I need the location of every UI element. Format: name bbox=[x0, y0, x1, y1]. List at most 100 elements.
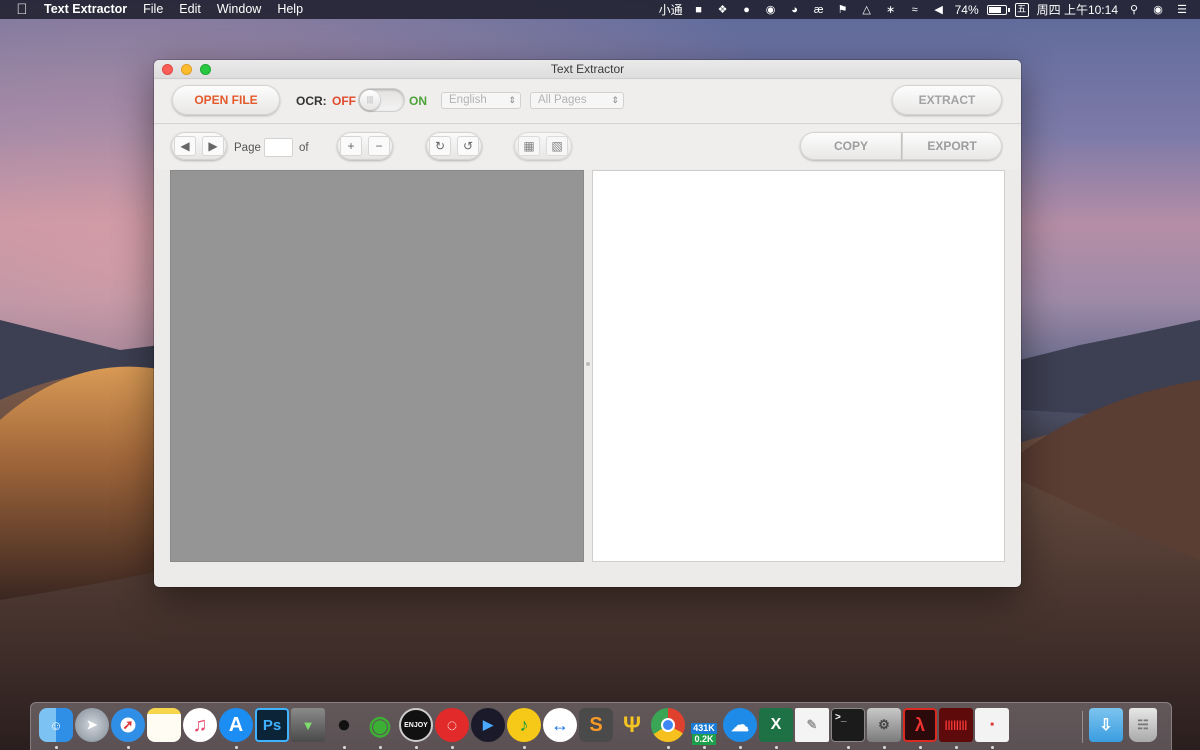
bluetooth-icon[interactable]: ∗ bbox=[883, 3, 899, 17]
menu-window[interactable]: Window bbox=[209, 0, 269, 19]
ocr-toggle[interactable]: ||| bbox=[359, 89, 404, 111]
airplay-icon[interactable]: △ bbox=[859, 3, 875, 17]
running-indicator bbox=[415, 746, 418, 749]
running-indicator bbox=[703, 746, 706, 749]
netease-music-icon[interactable]: ◌ bbox=[435, 708, 469, 742]
sublime-text-icon[interactable]: S bbox=[579, 708, 613, 742]
rotate-clockwise-icon[interactable]: ↻ bbox=[429, 136, 451, 156]
volume-icon[interactable]: ◀ bbox=[931, 3, 947, 17]
dock: ☺ ➤ ➚ ♫ A Ps ▼ ● ◉ ENJOY ◌ ▶ ♪ ↔ S Ψ 431… bbox=[30, 702, 1172, 750]
menu-app-name[interactable]: Text Extractor bbox=[44, 0, 135, 19]
next-page-button[interactable]: ▶ bbox=[202, 136, 224, 156]
infuse-icon[interactable]: ▶ bbox=[471, 708, 505, 742]
enjoy-icon[interactable]: ENJOY bbox=[399, 708, 433, 742]
safari-icon[interactable]: ➚ bbox=[111, 708, 145, 742]
zoom-out-button[interactable]: − bbox=[368, 136, 390, 156]
running-indicator bbox=[667, 746, 670, 749]
battery-icon[interactable] bbox=[986, 4, 1010, 15]
language-value: English bbox=[449, 94, 487, 106]
running-indicator bbox=[343, 746, 346, 749]
text-extractor-app-icon[interactable]: ■ bbox=[975, 708, 1009, 742]
ime-box-icon[interactable]: 五 bbox=[1014, 2, 1029, 17]
running-indicator bbox=[919, 746, 922, 749]
open-file-button[interactable]: OPEN FILE bbox=[172, 85, 280, 115]
clear-region-icon[interactable]: ▧ bbox=[546, 136, 568, 156]
text-extractor-window: Text Extractor OPEN FILE OCR: OFF ||| ON… bbox=[154, 60, 1021, 587]
menubar-clock[interactable]: 周四 上午10:14 bbox=[1037, 1, 1118, 18]
ae-icon[interactable]: æ bbox=[811, 3, 827, 17]
toggle-knob-icon: ||| bbox=[360, 90, 380, 110]
trash-icon[interactable]: ☵ bbox=[1129, 708, 1157, 742]
running-indicator bbox=[523, 746, 526, 749]
document-preview-pane[interactable] bbox=[170, 170, 584, 562]
page-number-input[interactable] bbox=[264, 138, 293, 157]
updown-chevron-icon: ⇕ bbox=[508, 95, 516, 105]
pages-select[interactable]: All Pages ⇕ bbox=[530, 92, 624, 109]
icloud-icon[interactable]: ☁ bbox=[723, 708, 757, 742]
ocr-off-label: OFF bbox=[332, 94, 356, 108]
textedit-icon[interactable]: ✎ bbox=[795, 708, 829, 742]
language-select[interactable]: English ⇕ bbox=[441, 92, 521, 109]
wechat-icon[interactable]: ◉ bbox=[763, 3, 779, 17]
extracted-text-pane[interactable] bbox=[592, 170, 1005, 562]
menu-bar:  Text Extractor File Edit Window Help 小… bbox=[0, 0, 1200, 19]
siri-icon[interactable]: ◉ bbox=[1150, 3, 1166, 17]
window-titlebar[interactable]: Text Extractor bbox=[154, 60, 1021, 79]
input-method-label[interactable]: 小通 bbox=[659, 1, 683, 18]
menu-file[interactable]: File bbox=[135, 0, 171, 19]
notes-icon[interactable] bbox=[147, 708, 181, 742]
excel-icon[interactable]: X bbox=[759, 708, 793, 742]
running-indicator bbox=[55, 746, 58, 749]
page-nav-control: ◀ ▶ bbox=[171, 132, 227, 160]
window-title: Text Extractor bbox=[550, 62, 625, 76]
archive-utility-icon[interactable]: ▼ bbox=[291, 708, 325, 742]
running-indicator bbox=[955, 746, 958, 749]
disk-utility-icon[interactable]: ⚙ bbox=[867, 708, 901, 742]
audio-app-icon[interactable]: |||||||| bbox=[939, 708, 973, 742]
finder-icon[interactable]: ☺ bbox=[39, 708, 73, 742]
previous-page-button[interactable]: ◀ bbox=[174, 136, 196, 156]
sync-icon[interactable]: ❖ bbox=[715, 3, 731, 17]
select-region-icon[interactable]: ▦ bbox=[518, 136, 540, 156]
wifi-icon[interactable]: ≈ bbox=[907, 3, 923, 17]
zoom-in-button[interactable]: + bbox=[340, 136, 362, 156]
teamviewer-icon[interactable]: ↔ bbox=[543, 708, 577, 742]
qq-icon[interactable]: ● bbox=[739, 3, 755, 17]
menu-edit[interactable]: Edit bbox=[171, 0, 209, 19]
spotlight-icon[interactable]: ⚲ bbox=[1126, 3, 1142, 17]
extract-button[interactable]: EXTRACT bbox=[892, 85, 1002, 115]
photoshop-icon[interactable]: Ps bbox=[255, 708, 289, 742]
menu-help[interactable]: Help bbox=[269, 0, 311, 19]
running-indicator bbox=[847, 746, 850, 749]
app-store-icon[interactable]: A bbox=[219, 708, 253, 742]
battery-percent[interactable]: 74% bbox=[955, 3, 979, 17]
acrobat-icon[interactable]: λ bbox=[903, 708, 937, 742]
running-indicator bbox=[883, 746, 886, 749]
rotate-control: ↻ ↺ bbox=[426, 132, 482, 160]
message-icon[interactable]: ■ bbox=[691, 3, 707, 17]
of-label: of bbox=[299, 142, 309, 154]
downloads-folder-icon[interactable]: ⇩ bbox=[1089, 708, 1123, 742]
launchpad-icon[interactable]: ➤ bbox=[75, 708, 109, 742]
running-indicator bbox=[775, 746, 778, 749]
istat-icon[interactable]: ◕ bbox=[787, 3, 803, 17]
wechat-icon[interactable]: ◉ bbox=[363, 708, 397, 742]
rotate-counterclockwise-icon[interactable]: ↺ bbox=[457, 136, 479, 156]
apple-icon[interactable]:  bbox=[0, 1, 44, 18]
running-indicator bbox=[379, 746, 382, 749]
split-view-divider[interactable] bbox=[584, 170, 592, 562]
selection-tools-control: ▦ ▧ bbox=[514, 132, 572, 160]
network-speed-widget[interactable]: 431K 0.2K bbox=[687, 721, 721, 747]
copy-button[interactable]: COPY bbox=[800, 132, 902, 160]
qbittorrent-icon[interactable]: Ψ bbox=[615, 708, 649, 742]
page-navigation-bar: ◀ ▶ Page of + − ↻ ↺ ▦ ▧ COPY EXPORT bbox=[154, 125, 1021, 169]
notification-center-icon[interactable]: ☰ bbox=[1174, 3, 1190, 17]
terminal-icon[interactable]: >_ bbox=[831, 708, 865, 742]
export-button[interactable]: EXPORT bbox=[902, 132, 1002, 160]
flag-icon[interactable]: ⚑ bbox=[835, 3, 851, 17]
itunes-icon[interactable]: ♫ bbox=[183, 708, 217, 742]
qq-music-icon[interactable]: ♪ bbox=[507, 708, 541, 742]
chrome-icon[interactable] bbox=[651, 708, 685, 742]
qq-icon[interactable]: ● bbox=[327, 708, 361, 742]
page-label: Page bbox=[234, 142, 261, 154]
